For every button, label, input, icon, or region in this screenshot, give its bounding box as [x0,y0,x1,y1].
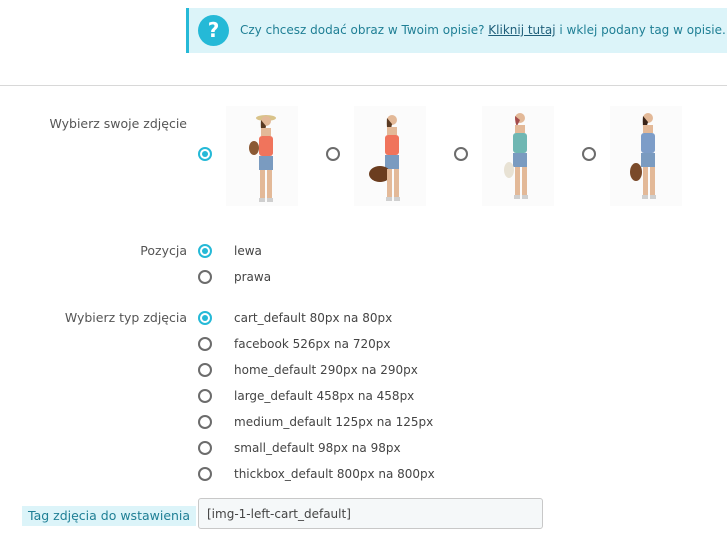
image-type-radio-home-default[interactable] [198,363,212,377]
alert-message: Czy chcesz dodać obraz w Twoim opisie? K… [240,23,726,37]
divider [0,85,727,86]
image-type-option[interactable]: cart_default 80px na 80px [234,311,392,325]
photo-2-radio[interactable] [326,147,340,161]
position-left-radio[interactable] [198,244,212,258]
photo-4-thumbnail[interactable] [610,106,682,206]
position-right-label[interactable]: prawa [234,270,271,284]
click-here-link[interactable]: Kliknij tutaj [488,23,555,37]
image-choice-label: Wybierz swoje zdjęcie [49,116,187,131]
photo-1-radio[interactable] [198,147,212,161]
image-type-radio-large-default[interactable] [198,389,212,403]
alert-text-after: i wklej podany tag w opisie. [559,23,726,37]
position-right-radio[interactable] [198,270,212,284]
photo-3-thumbnail[interactable] [482,106,554,206]
position-label: Pozycja [140,243,187,258]
photo-1-thumbnail[interactable] [226,106,298,206]
image-type-radio-medium-default[interactable] [198,415,212,429]
tag-input[interactable] [198,498,543,529]
image-type-radio-small-default[interactable] [198,441,212,455]
question-icon: ? [198,15,229,46]
image-type-option[interactable]: medium_default 125px na 125px [234,415,433,429]
photo-3-radio[interactable] [454,147,468,161]
image-type-radio-facebook[interactable] [198,337,212,351]
photo-2-thumbnail[interactable] [354,106,426,206]
position-left-label[interactable]: lewa [234,244,262,258]
photo-4-radio[interactable] [582,147,596,161]
image-type-option[interactable]: small_default 98px na 98px [234,441,401,455]
tag-label: Tag zdjęcia do wstawienia [22,506,197,526]
alert-text-before: Czy chcesz dodać obraz w Twoim opisie? [240,23,485,37]
image-type-label: Wybierz typ zdjęcia [64,310,187,325]
image-type-option[interactable]: large_default 458px na 458px [234,389,414,403]
info-alert: ? Czy chcesz dodać obraz w Twoim opisie?… [186,8,727,53]
image-type-option[interactable]: facebook 526px na 720px [234,337,390,351]
image-type-radio-cart-default[interactable] [198,311,212,325]
image-type-radio-thickbox-default[interactable] [198,467,212,481]
image-type-option[interactable]: thickbox_default 800px na 800px [234,467,435,481]
image-type-option[interactable]: home_default 290px na 290px [234,363,418,377]
